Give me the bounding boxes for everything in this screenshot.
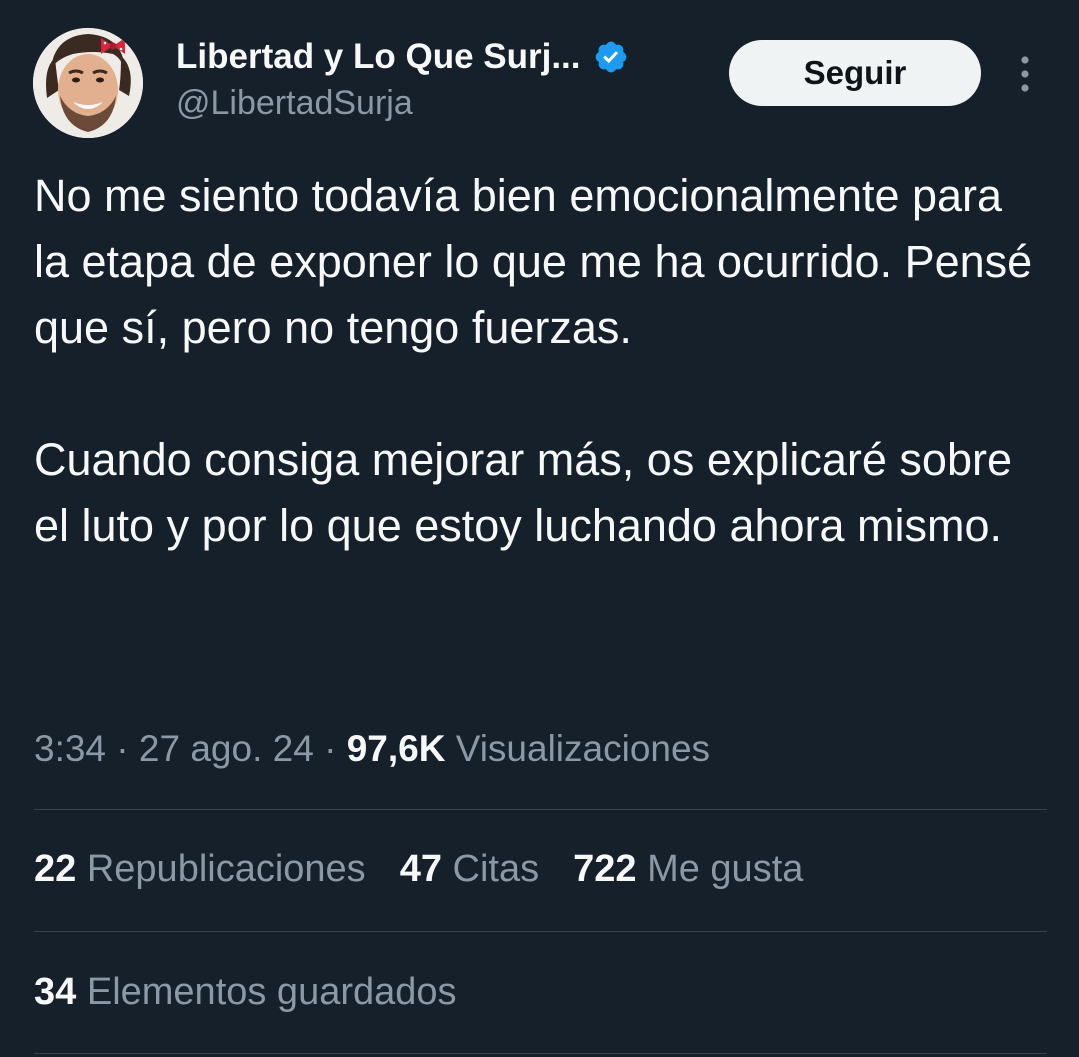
likes-label: Me gusta — [647, 848, 804, 890]
views-label: Visualizaciones — [455, 728, 711, 769]
likes-count: 722 — [573, 848, 637, 890]
meta-separator: · — [324, 728, 337, 769]
follow-button[interactable]: Seguir — [729, 40, 981, 106]
bookmarks-label: Elementos guardados — [86, 971, 457, 1013]
avatar-image — [33, 28, 143, 138]
reposts-label: Republicaciones — [86, 848, 366, 890]
divider — [34, 1053, 1047, 1054]
tweet-meta: 3:34 · 27 ago. 24 · 97,6K Visualizacione… — [34, 728, 710, 770]
tweet-text: No me siento todavía bien emocionalmente… — [34, 163, 1044, 559]
reposts-stat[interactable]: 22 Republicaciones — [34, 848, 366, 891]
verified-badge-icon[interactable] — [593, 39, 629, 75]
display-name[interactable]: Libertad y Lo Que Surj... — [176, 37, 581, 77]
tweet-date[interactable]: 27 ago. 24 — [139, 728, 314, 769]
bookmarks-stat[interactable]: 34 Elementos guardados — [34, 971, 457, 1014]
divider — [34, 931, 1047, 932]
views-count: 97,6K — [346, 728, 446, 769]
tweet-time[interactable]: 3:34 — [34, 728, 106, 769]
quotes-label: Citas — [452, 848, 540, 890]
meta-separator: · — [116, 728, 129, 769]
avatar[interactable] — [33, 28, 143, 138]
more-options-icon[interactable] — [1008, 52, 1042, 96]
reposts-count: 22 — [34, 848, 77, 890]
divider — [34, 809, 1047, 810]
bookmarks-count: 34 — [34, 971, 77, 1013]
quotes-count: 47 — [399, 848, 442, 890]
quotes-stat[interactable]: 47 Citas — [400, 848, 539, 891]
likes-stat[interactable]: 722 Me gusta — [573, 848, 803, 891]
author-name-row[interactable]: Libertad y Lo Que Surj... — [176, 34, 629, 80]
engagement-stats: 22 Republicaciones 47 Citas 722 Me gusta — [34, 848, 837, 891]
user-handle[interactable]: @LibertadSurja — [176, 84, 413, 123]
tweet-paragraph: No me siento todavía bien emocionalmente… — [34, 170, 1033, 353]
tweet-paragraph: Cuando consiga mejorar más, os explicaré… — [34, 434, 1012, 551]
